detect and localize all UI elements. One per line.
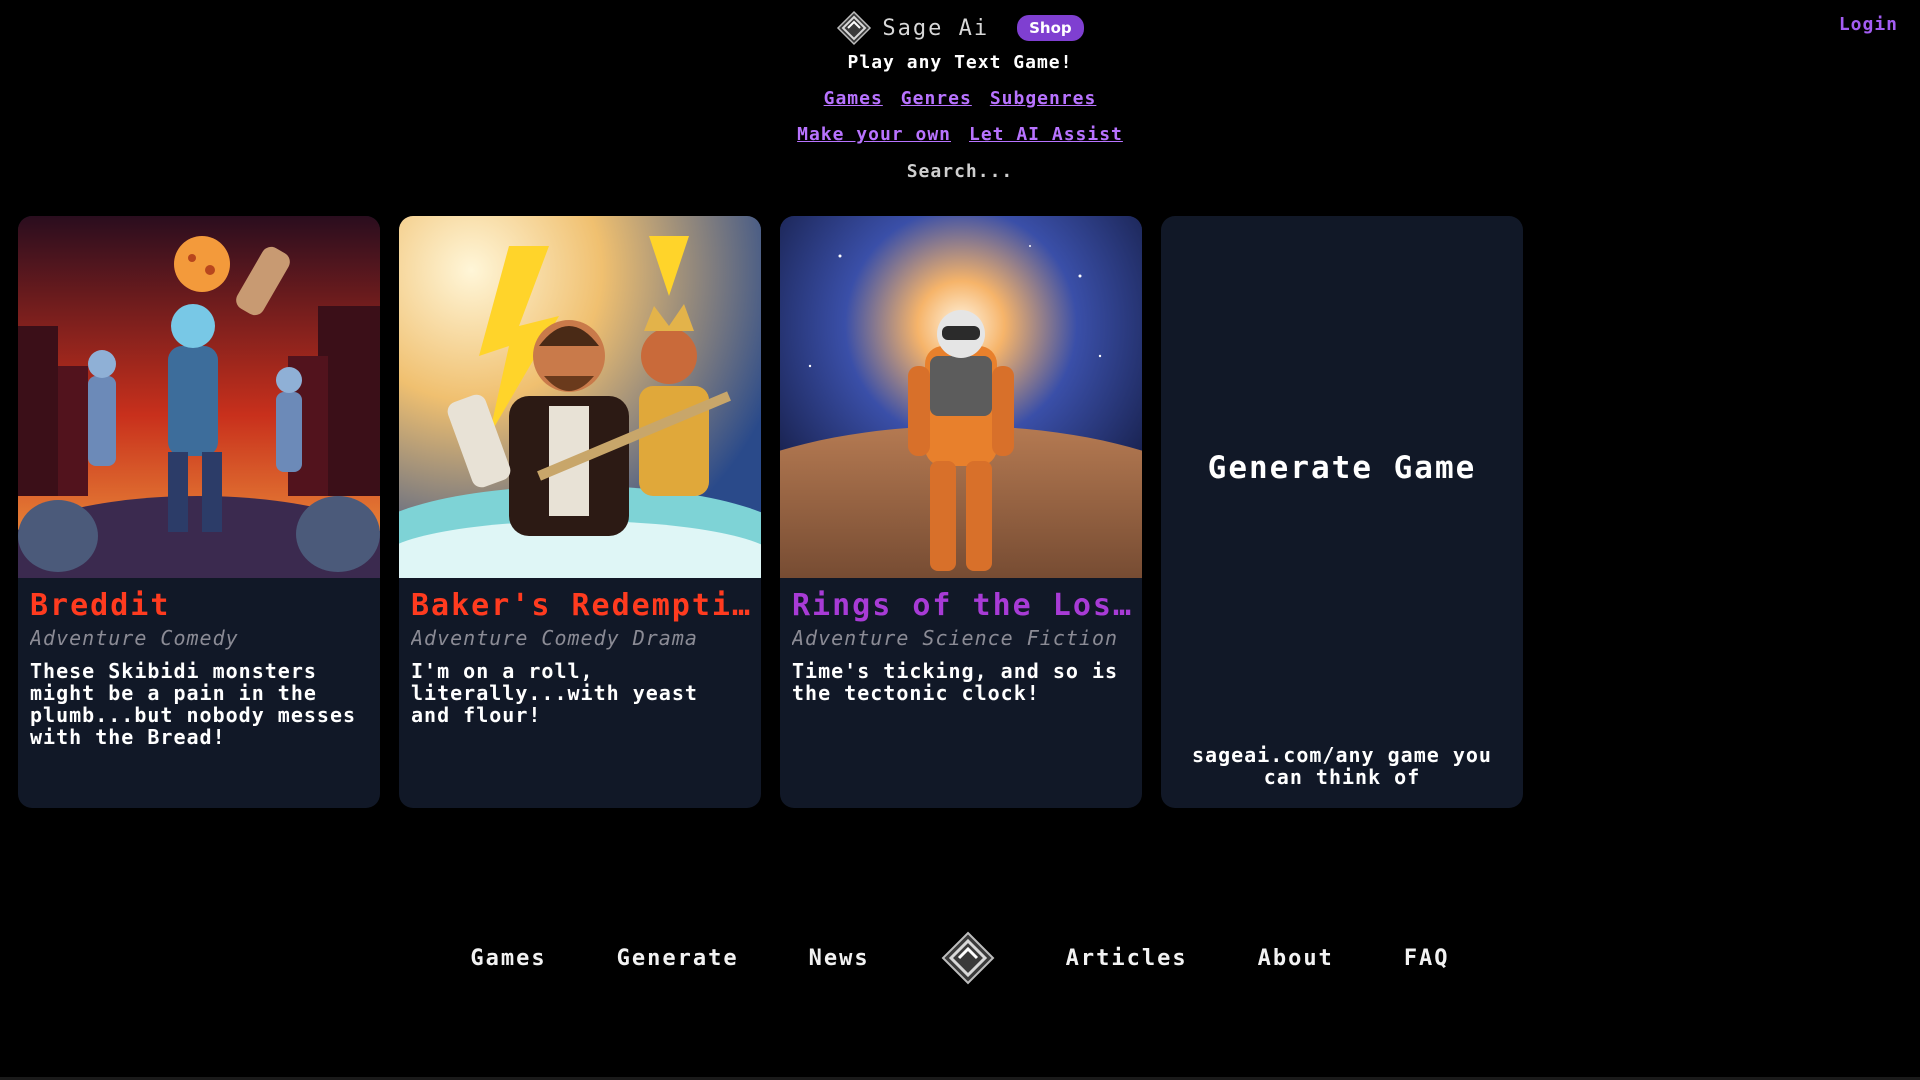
- nav-link-subgenres[interactable]: Subgenres: [990, 88, 1097, 109]
- nav-link-make-your-own[interactable]: Make your own: [797, 124, 951, 145]
- card-genres: Adventure Comedy Drama: [411, 626, 698, 650]
- footer-link-games[interactable]: Games: [470, 946, 546, 971]
- game-card-breddit[interactable]: Breddit Adventure Comedy These Skibidi m…: [18, 216, 380, 808]
- nav-row-primary: Games Genres Subgenres: [0, 88, 1920, 109]
- nav-link-games[interactable]: Games: [824, 88, 883, 109]
- card-title: Breddit: [30, 588, 171, 623]
- generate-game-subtitle: sageai.com/any game you can think of: [1192, 743, 1492, 789]
- footer-link-about[interactable]: About: [1258, 946, 1334, 971]
- brand-row: Sage Ai Shop: [0, 10, 1920, 46]
- sage-logo-icon[interactable]: [836, 10, 872, 46]
- game-cover-image: [399, 216, 761, 578]
- footer-link-generate[interactable]: Generate: [617, 946, 739, 971]
- card-description: These Skibidi monsters might be a pain i…: [30, 659, 357, 749]
- footer-link-faq[interactable]: FAQ: [1404, 946, 1450, 971]
- game-card-bakers-redemption[interactable]: Baker's Redemption Adventure Comedy Dram…: [399, 216, 761, 808]
- generate-game-title: Generate Game: [1207, 450, 1477, 486]
- shop-button[interactable]: Shop: [1017, 15, 1084, 41]
- tagline: Play any Text Game!: [847, 52, 1073, 73]
- card-description: Time's ticking, and so is the tectonic c…: [792, 659, 1119, 705]
- card-genres: Adventure Comedy: [30, 626, 239, 650]
- site-header: Sage Ai Shop Login Play any Text Game! G…: [0, 0, 1920, 190]
- game-card-grid: Breddit Adventure Comedy These Skibidi m…: [18, 216, 1524, 808]
- game-card-rings-of-the-lost[interactable]: Rings of the Lost Adventure Science Fict…: [780, 216, 1142, 808]
- login-link[interactable]: Login: [1839, 14, 1898, 35]
- brand-name[interactable]: Sage Ai: [882, 16, 989, 41]
- card-description: I'm on a roll, literally...with yeast an…: [411, 659, 698, 727]
- card-title: Rings of the Lost: [792, 588, 1132, 623]
- generate-game-card[interactable]: Generate Game sageai.com/any game you ca…: [1161, 216, 1523, 808]
- sage-logo-icon[interactable]: [940, 930, 996, 986]
- card-genres: Adventure Science Fiction: [792, 626, 1119, 650]
- footer-link-articles[interactable]: Articles: [1066, 946, 1188, 971]
- search-input[interactable]: [810, 158, 1110, 184]
- game-cover-image: [18, 216, 380, 578]
- nav-link-let-ai-assist[interactable]: Let AI Assist: [969, 124, 1123, 145]
- footer-link-news[interactable]: News: [809, 946, 870, 971]
- nav-row-secondary: Make your own Let AI Assist: [0, 124, 1920, 145]
- nav-link-genres[interactable]: Genres: [901, 88, 972, 109]
- game-cover-image: [780, 216, 1142, 578]
- site-footer: Games Generate News Articles About FAQ: [0, 930, 1920, 986]
- card-title: Baker's Redemption: [411, 588, 751, 623]
